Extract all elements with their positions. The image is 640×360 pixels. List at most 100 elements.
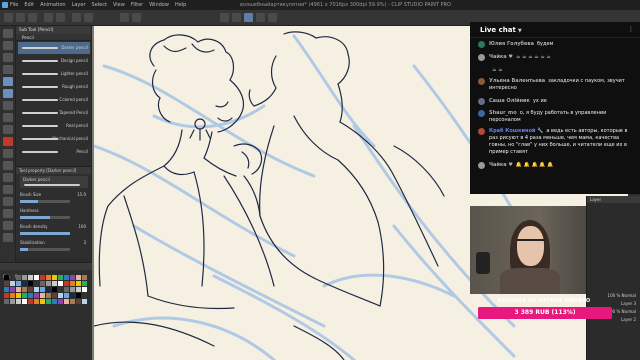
avatar[interactable] [478,110,485,117]
chat-author[interactable]: Юлия Голубева [489,41,534,47]
color-swatch[interactable] [64,293,69,298]
chevron-down-icon[interactable]: ▼ [518,28,522,34]
selection-tool-icon[interactable] [3,53,13,62]
open-file-icon[interactable] [16,13,25,22]
property-slider[interactable] [20,248,70,251]
color-swatch[interactable] [4,275,9,280]
menu-file[interactable]: File [10,0,18,10]
color-swatch[interactable] [28,281,33,286]
color-swatch[interactable] [4,281,9,286]
color-swatch[interactable] [52,287,57,292]
menu-help[interactable]: Help [175,0,186,10]
clear-icon[interactable] [72,13,81,22]
color-swatch[interactable] [34,281,39,286]
fill-tool-icon[interactable] [3,137,13,146]
color-swatch[interactable] [40,299,45,304]
zoom-tool-icon[interactable] [3,29,13,38]
color-swatch[interactable] [10,275,15,280]
brush-item[interactable]: Tapered Pencil [18,107,90,119]
property-value[interactable]: 15.0 [77,191,86,199]
color-swatch[interactable] [82,287,87,292]
color-swatch[interactable] [58,293,63,298]
color-swatch[interactable] [28,275,33,280]
color-swatch[interactable] [10,293,15,298]
color-swatch[interactable] [10,287,15,292]
color-swatch[interactable] [70,275,75,280]
figure-tool-icon[interactable] [3,161,13,170]
correct-line-tool-icon[interactable] [3,221,13,230]
color-swatch[interactable] [16,281,21,286]
frame-tool-icon[interactable] [3,173,13,182]
color-swatch[interactable] [4,299,9,304]
brush-item[interactable]: Mechanical pencil [18,133,90,145]
color-swatch[interactable] [76,293,81,298]
property-row[interactable]: Stabilization 3 [20,239,90,251]
color-swatch[interactable] [22,281,27,286]
color-swatch[interactable] [16,293,21,298]
chat-author[interactable]: Краб Кошкиной 🔧 [489,128,543,134]
property-slider[interactable] [20,216,70,219]
brush-item[interactable]: Lighter pencil [18,68,90,80]
color-swatch[interactable] [22,293,27,298]
save-icon[interactable] [28,13,37,22]
snap-ruler-icon[interactable] [120,13,129,22]
eraser-icon[interactable] [268,13,277,22]
color-swatch[interactable] [28,287,33,292]
color-swatch[interactable] [40,293,45,298]
color-swatch[interactable] [22,287,27,292]
pen-tool-icon[interactable] [3,77,13,86]
property-slider[interactable] [20,232,70,235]
chat-author[interactable]: Shaur_mo [489,110,517,116]
chat-author[interactable]: Саша Олійник [489,98,530,104]
brush-tool-icon[interactable] [3,101,13,110]
live-chat-header[interactable]: Live chat ▼ [470,22,640,38]
menu-view[interactable]: View [113,0,125,10]
color-swatch[interactable] [76,287,81,292]
color-swatch[interactable] [70,293,75,298]
color-swatch[interactable] [58,287,63,292]
menu-filter[interactable]: Filter [131,0,143,10]
color-swatch[interactable] [4,287,9,292]
brush-item[interactable]: Rough pencil [18,81,90,93]
color-swatch[interactable] [58,281,63,286]
property-row[interactable]: Brush density 100 [20,223,90,235]
avatar[interactable] [478,41,485,48]
color-swatch[interactable] [10,299,15,304]
chat-author[interactable]: Чайка ♥ [489,54,513,60]
chat-author[interactable]: Чайка ♥ [489,162,513,168]
undo-icon[interactable] [44,13,53,22]
property-row[interactable]: Hardness [20,207,90,219]
brush-item[interactable]: Darker pencil [18,42,90,54]
color-swatch[interactable] [46,281,51,286]
ruler-tool-icon[interactable] [3,209,13,218]
menu-window[interactable]: Window [149,0,169,10]
color-swatch[interactable] [46,275,51,280]
color-swatch[interactable] [40,281,45,286]
brush-item[interactable]: Colored pencil [18,94,90,106]
subtool-group-label[interactable]: Pencil [16,34,34,41]
color-swatch[interactable] [82,293,87,298]
avatar[interactable] [478,128,485,135]
eyedropper-tool-icon[interactable] [3,65,13,74]
color-swatch[interactable] [82,281,87,286]
text-tool-icon[interactable] [3,185,13,194]
color-swatch[interactable] [16,275,21,280]
new-file-icon[interactable] [4,13,13,22]
balloon-tool-icon[interactable] [3,197,13,206]
property-value[interactable]: 100 [78,223,86,231]
snap-grid-icon[interactable] [132,13,141,22]
color-swatch[interactable] [16,299,21,304]
color-swatch[interactable] [34,287,39,292]
menu-select[interactable]: Select [92,0,107,10]
menu-animation[interactable]: Animation [40,0,66,10]
color-swatch[interactable] [46,293,51,298]
color-swatch[interactable] [64,287,69,292]
avatar[interactable] [478,78,485,85]
property-row[interactable]: Brush Size 15.0 [20,191,90,203]
deselect-icon[interactable] [220,13,229,22]
color-swatch[interactable] [70,299,75,304]
color-swatch[interactable] [52,275,57,280]
color-swatch[interactable] [76,281,81,286]
subtool-group-tabs[interactable]: Pencil [16,34,91,41]
brush-item[interactable]: Real pencil [18,120,90,132]
